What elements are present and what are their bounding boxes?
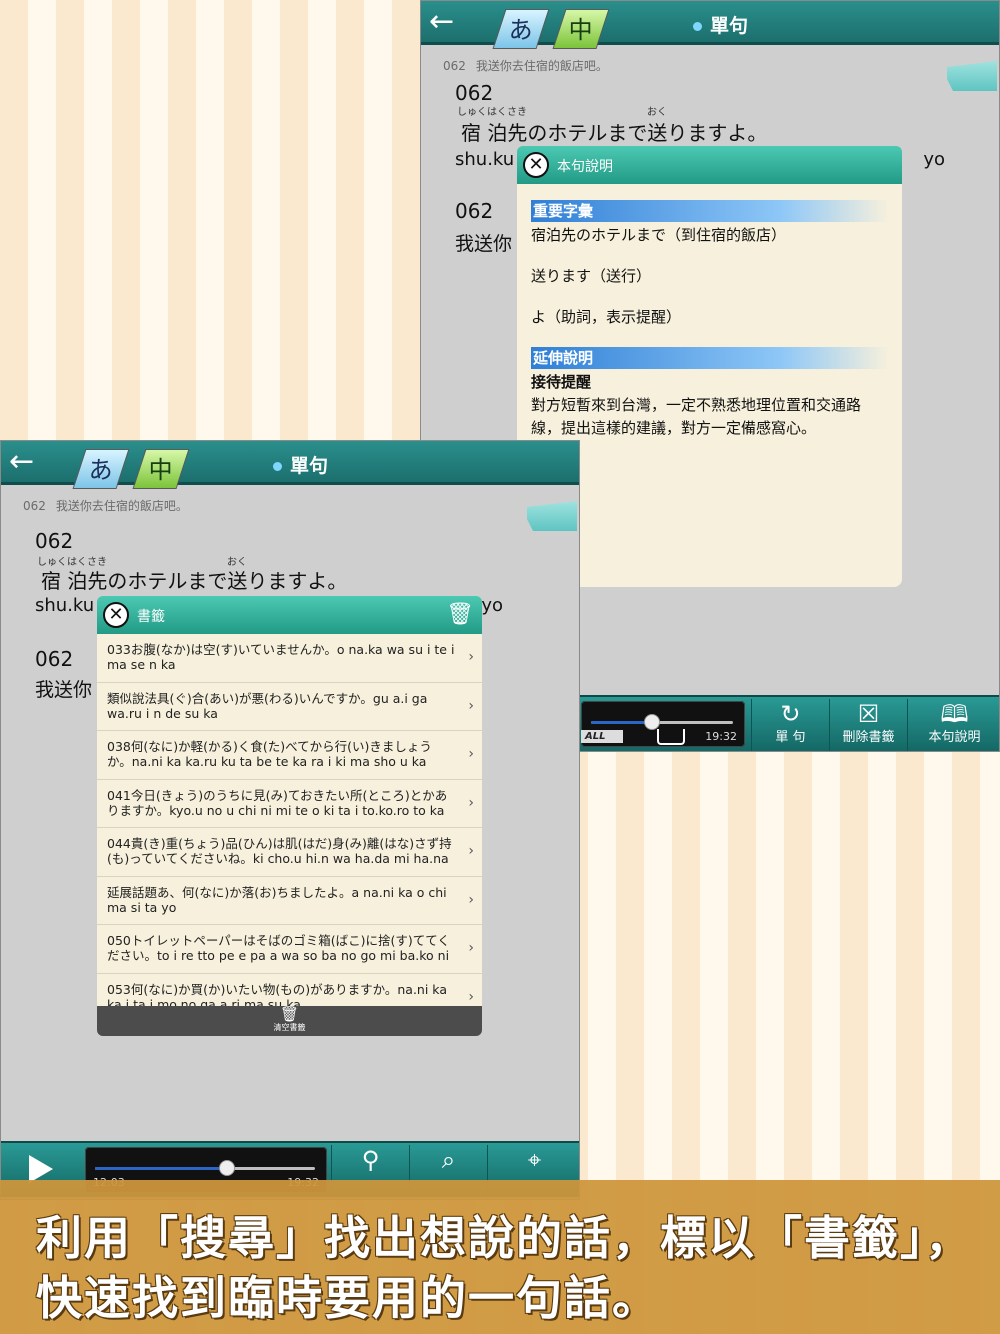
chevron-right-icon: ›: [468, 940, 474, 956]
explanation-popup-header: ✕ 本句說明: [517, 146, 902, 184]
top-bar: ← あ 中 單句: [1, 441, 579, 489]
romaji-start: shu.ku: [455, 149, 515, 170]
bookmark-search-icon: ⌕: [441, 1146, 456, 1174]
chevron-right-icon: ›: [468, 649, 474, 665]
sentence-number: 062: [35, 529, 74, 553]
caption-line-2: 快速找到臨時要用的一句話。: [36, 1271, 660, 1325]
list-item[interactable]: 053何(なに)か買(か)いたい物(もの)がありますか。na.ni ka ka …: [97, 974, 482, 1007]
translation-text: 我送你: [455, 233, 513, 255]
chevron-right-icon: ›: [468, 746, 474, 762]
top-bar: ← あ 中 單句: [421, 1, 999, 49]
japanese-sentence: 宿 泊先のホテルまで送りますよ。: [41, 569, 348, 593]
romaji-end: yo: [923, 149, 945, 170]
popup-title: 書籤: [137, 609, 165, 625]
delete-bookmark-button[interactable]: ☒ 刪除書籤: [829, 699, 907, 751]
back-arrow-icon[interactable]: ←: [429, 7, 463, 37]
ribbon-icon: [947, 61, 997, 91]
sub-heading: 接待提醒: [531, 373, 592, 391]
close-icon[interactable]: ✕: [103, 602, 129, 628]
chevron-right-icon: ›: [468, 891, 474, 908]
romaji-end: yo: [481, 595, 503, 616]
ribbon-icon: [527, 501, 577, 531]
close-icon[interactable]: ✕: [523, 152, 549, 178]
mode-title: 單句: [273, 451, 328, 478]
japanese-sentence: 宿 泊先のホテルまで送りますよ。: [461, 121, 768, 145]
open-book-icon: 🕮: [940, 700, 969, 728]
progress-fill: [591, 721, 653, 724]
section-heading: 延伸說明: [531, 347, 888, 369]
location-icon: ⌖: [527, 1146, 542, 1174]
explanation-text: 對方短暫來到台灣，一定不熟悉地理位置和交通路線，提出這樣的建議，對方一定備感窩心…: [531, 396, 862, 437]
chevron-right-icon: ›: [468, 794, 474, 811]
chevron-right-icon: ›: [468, 988, 474, 1005]
progress-slider[interactable]: [591, 714, 733, 730]
back-arrow-icon[interactable]: ←: [9, 447, 43, 477]
caption-line-1: 利用「搜尋」找出想說的話，標以「書籤」，: [36, 1211, 973, 1265]
search-icon: ⚲: [361, 1146, 380, 1174]
chevron-right-icon: ›: [468, 843, 474, 859]
repeat-all-badge[interactable]: ALL: [581, 730, 623, 743]
caption-banner: 利用「搜尋」找出想說的話，標以「書籤」， 快速找到臨時要用的一句話。: [0, 1180, 1000, 1334]
translation-number: 062: [35, 647, 74, 671]
list-item[interactable]: 延展話題あ、何(なに)か落(お)ちましたよ。a na.ni ka o chi m…: [97, 877, 482, 925]
mode-title: 單句: [693, 11, 748, 38]
vocab-item: よ（助詞，表示提醒）: [531, 308, 682, 326]
popup-title: 本句說明: [557, 159, 613, 175]
sentence-summary: 062 我送你去住宿的飯店吧。: [23, 499, 188, 513]
sentence-explain-button[interactable]: 🕮 本句說明: [907, 699, 999, 751]
bookmark-list: 033お腹(なか)は空(す)いていませんか。o na.ka wa su i te…: [97, 634, 482, 1006]
dot-icon: [693, 22, 702, 31]
refresh-icon: ↻: [780, 700, 801, 728]
sentence-button[interactable]: ↻ 單 句: [751, 699, 829, 751]
sentence-number: 062: [455, 81, 494, 105]
vocab-item: 宿泊先のホテルまで（到住宿的飯店）: [531, 226, 787, 244]
section-heading: 重要字彙: [531, 200, 888, 222]
list-item[interactable]: 038何(なに)か軽(かる)く食(た)べてから行(い)きましょうか。na.ni …: [97, 731, 482, 780]
slider-knob[interactable]: [644, 714, 661, 730]
list-item[interactable]: 類似說法具(ぐ)合(あい)が悪(わる)いんですか。gu a.i ga wa.ru…: [97, 683, 482, 731]
list-item[interactable]: 044貴(き)重(ちょう)品(ひん)は肌(はだ)身(み)離(はな)さず持(も)っ…: [97, 828, 482, 877]
vocab-item: 送ります（送行）: [531, 267, 652, 285]
furigana: おく: [647, 107, 667, 118]
slider-knob[interactable]: [219, 1160, 235, 1176]
bookmark-popup-header: ✕ 書籤 🗑: [97, 596, 482, 634]
delete-bookmark-icon: ☒: [857, 700, 880, 728]
time-end: 19:32: [705, 730, 737, 743]
list-item[interactable]: 050トイレットペーパーはそばのゴミ箱(ばこ)に捨(す)ててください。to i …: [97, 925, 482, 974]
clear-bookmarks-button[interactable]: 🗑 清空書籤: [97, 1006, 482, 1036]
tab-chinese[interactable]: 中: [132, 449, 190, 489]
dot-icon: [273, 462, 282, 471]
tab-japanese[interactable]: あ: [72, 449, 130, 489]
romaji-start: shu.ku: [35, 595, 95, 616]
trash-icon[interactable]: 🗑: [446, 602, 474, 627]
furigana: しゅくはくさき: [457, 107, 527, 118]
chevron-right-icon: ›: [468, 697, 474, 714]
translation-number: 062: [455, 199, 494, 223]
audio-player: ALL 19:32: [581, 701, 745, 747]
progress-fill: [95, 1167, 227, 1170]
translation-text: 我送你: [35, 679, 93, 701]
book-icon[interactable]: [657, 729, 685, 745]
play-icon[interactable]: [29, 1155, 53, 1183]
tab-chinese[interactable]: 中: [552, 9, 610, 49]
list-item[interactable]: 041今日(きょう)のうちに見(み)ておきたい所(ところ)とかありますか。kyo…: [97, 780, 482, 828]
sentence-summary: 062 我送你去住宿的飯店吧。: [443, 59, 608, 73]
trash-icon: 🗑: [279, 1005, 300, 1023]
list-item[interactable]: 033お腹(なか)は空(す)いていませんか。o na.ka wa su i te…: [97, 634, 482, 683]
progress-slider[interactable]: [95, 1160, 315, 1176]
tab-japanese[interactable]: あ: [492, 9, 550, 49]
